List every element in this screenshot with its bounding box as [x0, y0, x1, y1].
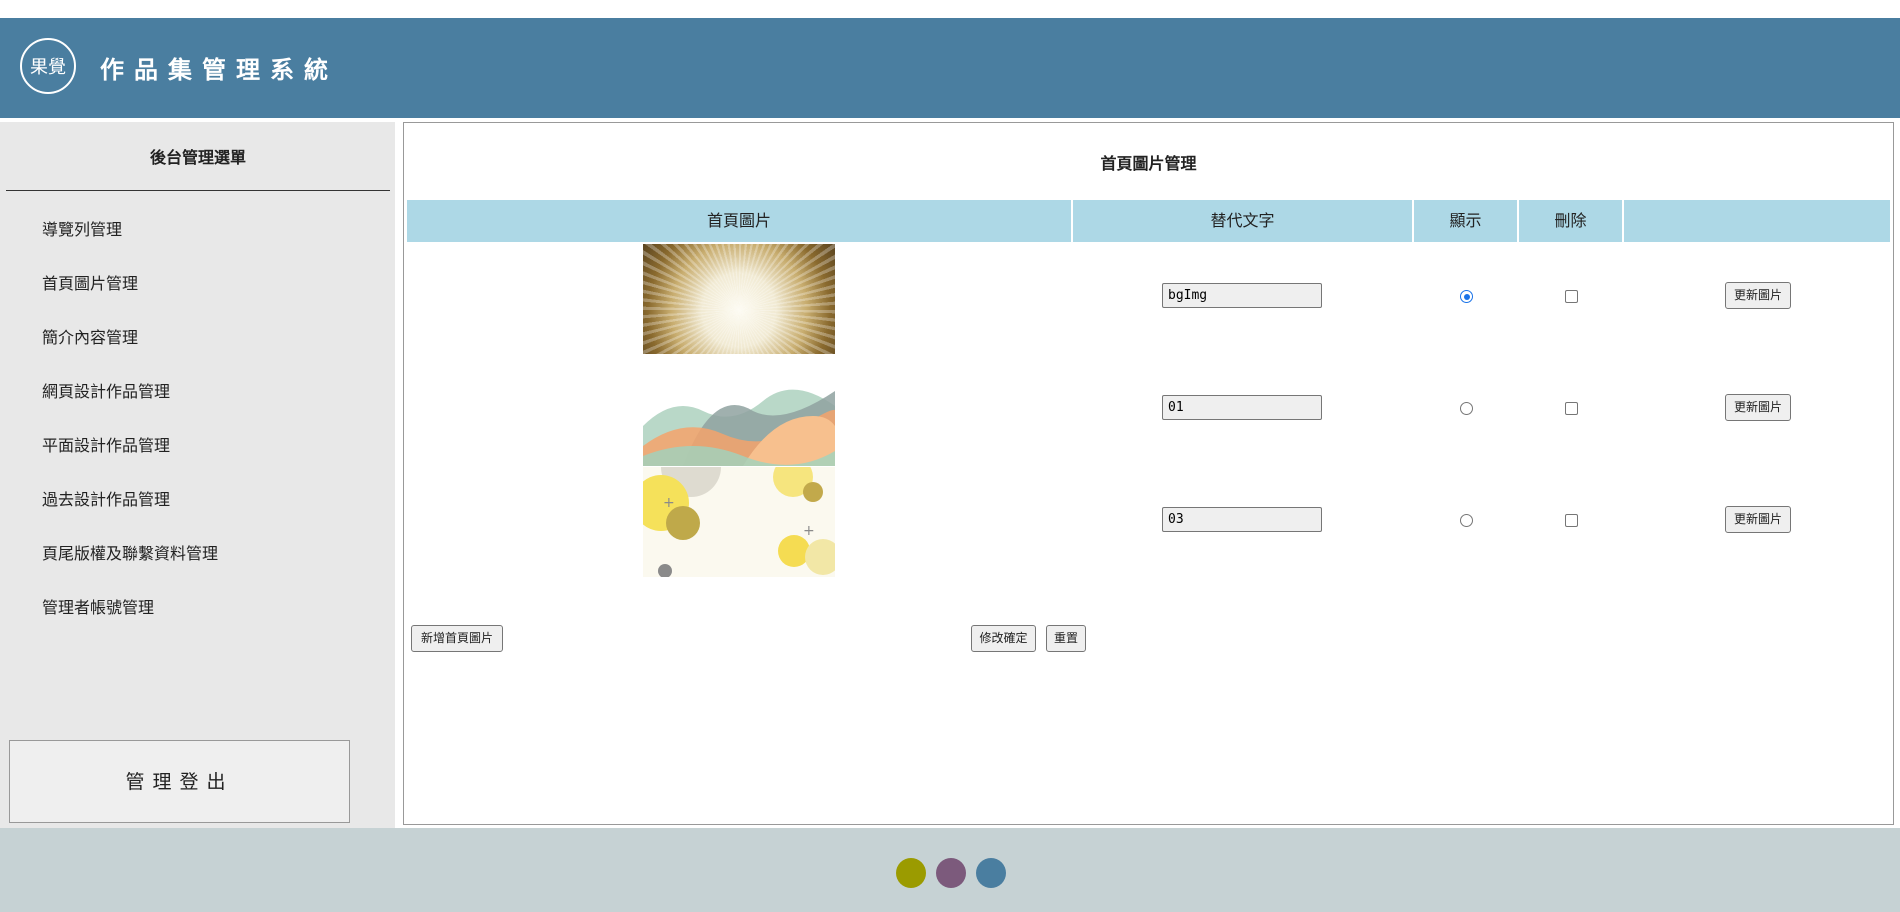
main-panel: 首頁圖片管理 首頁圖片 替代文字 顯示 刪除 更新圖片 更新圖片: [403, 122, 1894, 825]
delete-checkbox[interactable]: [1565, 402, 1578, 415]
sidebar: 後台管理選單 導覽列管理 首頁圖片管理 簡介內容管理 網頁設計作品管理 平面設計…: [0, 122, 395, 828]
column-header-image: 首頁圖片: [407, 200, 1071, 242]
svg-text:+: +: [803, 523, 815, 539]
reset-button[interactable]: 重置: [1046, 625, 1086, 652]
column-header-delete: 刪除: [1519, 200, 1622, 242]
alt-text-input[interactable]: [1162, 283, 1322, 308]
column-header-show: 顯示: [1414, 200, 1517, 242]
update-image-button[interactable]: 更新圖片: [1725, 506, 1791, 533]
sidebar-item-nav[interactable]: 導覽列管理: [42, 216, 122, 240]
sidebar-item-intro[interactable]: 簡介內容管理: [42, 324, 138, 348]
sidebar-item-web-design[interactable]: 網頁設計作品管理: [42, 378, 170, 402]
show-radio[interactable]: [1460, 290, 1473, 303]
svg-text:+: +: [663, 495, 675, 511]
alt-text-input[interactable]: [1162, 395, 1322, 420]
logo: 果覺: [20, 38, 76, 94]
column-header-alt-text: 替代文字: [1073, 200, 1412, 242]
sidebar-item-graphic-design[interactable]: 平面設計作品管理: [42, 432, 170, 456]
update-image-button[interactable]: 更新圖片: [1725, 282, 1791, 309]
show-radio[interactable]: [1460, 402, 1473, 415]
footer-dot-purple: [936, 858, 966, 888]
delete-checkbox[interactable]: [1565, 290, 1578, 303]
show-radio[interactable]: [1460, 514, 1473, 527]
footer-dot-blue: [976, 858, 1006, 888]
home-image-thumbnail: [643, 244, 835, 354]
sidebar-item-footer-contact[interactable]: 頁尾版權及聯繫資料管理: [42, 540, 218, 564]
sidebar-title: 後台管理選單: [6, 122, 390, 191]
alt-text-input[interactable]: [1162, 507, 1322, 532]
page-title: 首頁圖片管理: [1100, 154, 1197, 173]
home-image-thumbnail: + +: [643, 467, 835, 577]
app-title: 作品集管理系統: [100, 56, 338, 84]
home-image-thumbnail: [643, 356, 835, 466]
top-strip: [0, 0, 1900, 18]
sidebar-item-home-images[interactable]: 首頁圖片管理: [42, 270, 138, 294]
app-header: 果覺 作品集管理系統: [0, 18, 1900, 118]
update-image-button[interactable]: 更新圖片: [1725, 394, 1791, 421]
page-footer: [0, 828, 1900, 912]
dots-illustration: + +: [643, 467, 835, 577]
sidebar-item-admin-accounts[interactable]: 管理者帳號管理: [42, 594, 154, 618]
logo-glyph: 果覺: [30, 57, 66, 78]
add-home-image-button[interactable]: 新增首頁圖片: [411, 625, 503, 652]
delete-checkbox[interactable]: [1565, 514, 1578, 527]
wave-illustration: [643, 389, 835, 466]
column-header-actions: [1624, 200, 1890, 242]
logout-button[interactable]: 管理登出: [9, 740, 350, 823]
sidebar-item-past-design[interactable]: 過去設計作品管理: [42, 486, 170, 510]
confirm-changes-button[interactable]: 修改確定: [971, 625, 1036, 652]
footer-dot-olive: [896, 858, 926, 888]
